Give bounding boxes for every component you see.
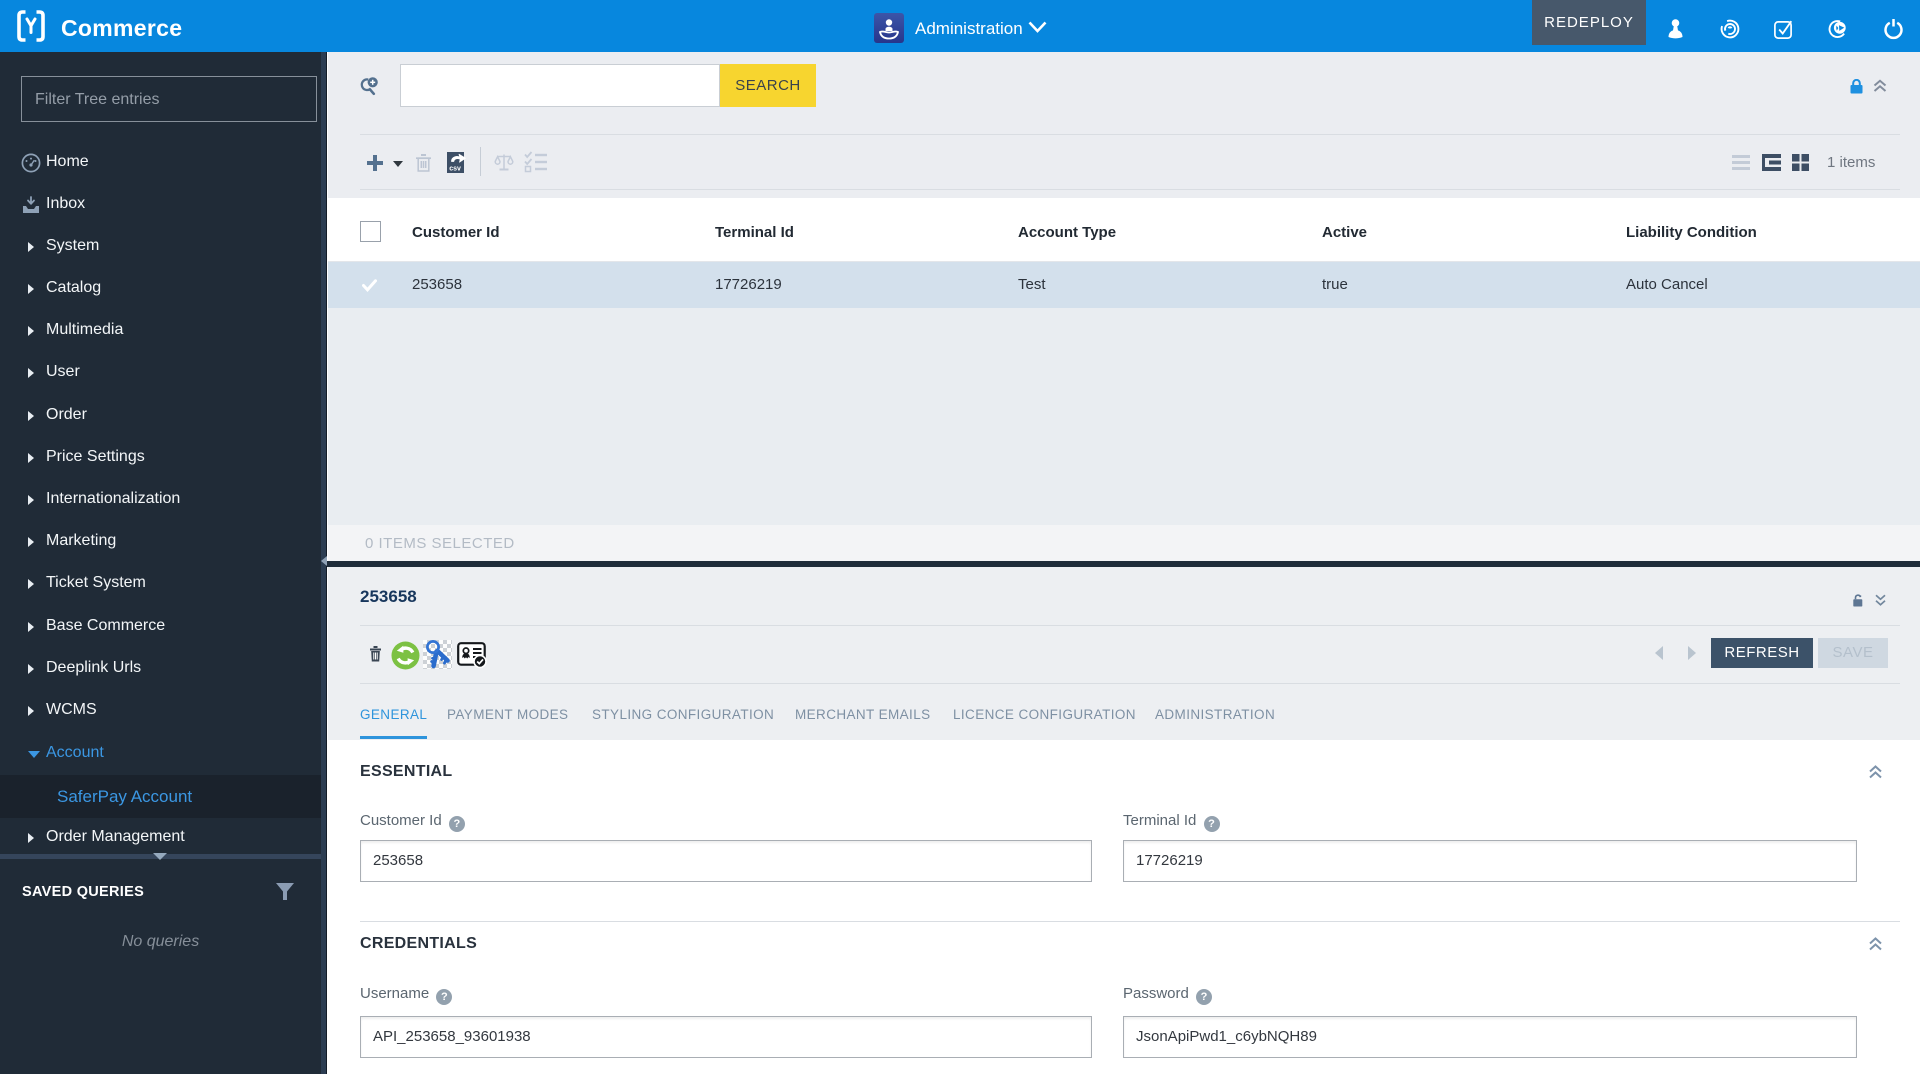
svg-text:csv: csv — [449, 166, 461, 173]
